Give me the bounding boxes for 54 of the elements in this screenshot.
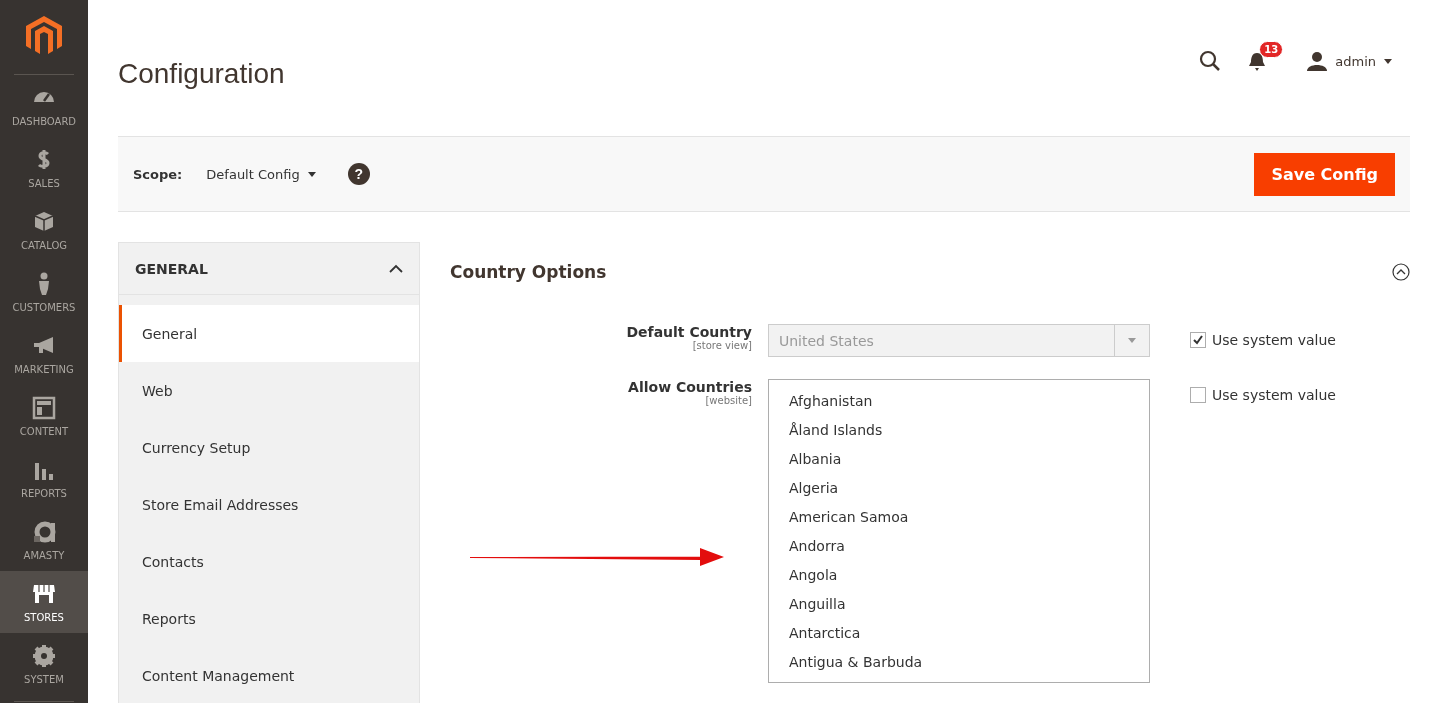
field-label: Default Country — [625, 324, 752, 340]
caret-icon — [307, 171, 316, 177]
sidebar-item[interactable]: CATALOG — [0, 199, 88, 261]
country-option[interactable]: American Samoa — [769, 502, 1149, 531]
config-nav-item[interactable]: Content Management — [119, 647, 419, 703]
check-icon — [1192, 334, 1204, 346]
layout-icon — [31, 395, 57, 421]
config-nav-item[interactable]: Contacts — [119, 533, 419, 590]
scope-label: Scope: — [133, 166, 183, 182]
config-nav-item[interactable]: Reports — [119, 590, 419, 647]
sidebar-item[interactable]: REPORTS — [0, 447, 88, 509]
section-title: Country Options — [450, 262, 607, 282]
page-title: Configuration — [118, 58, 286, 91]
field-label: Allow Countries — [627, 379, 752, 395]
config-nav-item[interactable]: Web — [119, 362, 419, 419]
scope-dropdown[interactable]: Default Config — [196, 166, 326, 182]
help-button[interactable]: ? — [347, 163, 370, 186]
country-multiselect[interactable]: Afghanistan Åland Islands Albania Algeria American Samoa Andorra Angola Anguilla Antarctica Antigua & Barbuda — [768, 379, 1150, 683]
scope-note: [website] — [704, 395, 752, 406]
caret-icon — [1384, 58, 1392, 64]
user-menu[interactable]: admin — [1301, 50, 1398, 73]
country-option[interactable]: Angola — [769, 560, 1149, 589]
country-option[interactable]: Afghanistan — [769, 386, 1149, 415]
search-icon[interactable] — [1199, 50, 1222, 73]
sidebar-item[interactable]: MARKETING — [0, 323, 88, 385]
notification-count: 13 — [1259, 41, 1284, 59]
collapse-icon[interactable] — [1392, 263, 1410, 281]
bell-icon[interactable] — [1249, 52, 1266, 73]
use-system-checkbox[interactable]: Use system value — [1190, 387, 1336, 403]
amasty-icon — [31, 519, 57, 545]
chevron-icon — [389, 264, 403, 273]
logo-icon[interactable] — [26, 16, 62, 56]
save-config-button[interactable]: Save Config — [1254, 152, 1395, 196]
sidebar-item[interactable]: SALES — [0, 137, 88, 199]
country-option[interactable]: Albania — [769, 444, 1149, 473]
config-nav-item[interactable]: Store Email Addresses — [119, 476, 419, 533]
sidebar-item[interactable]: DASHBOARD — [0, 75, 88, 137]
user-icon — [1307, 51, 1328, 72]
sidebar-item[interactable]: CONTENT — [0, 385, 88, 447]
country-option[interactable]: Åland Islands — [769, 415, 1149, 444]
sidebar-item[interactable]: SYSTEM — [0, 633, 88, 695]
config-nav-item[interactable]: General — [119, 305, 419, 362]
country-option[interactable]: Andorra — [769, 531, 1149, 560]
sidebar-item[interactable]: AMASTY — [0, 509, 88, 571]
sidebar-item[interactable]: STORES — [0, 571, 88, 633]
gear-icon — [31, 643, 57, 669]
config-nav-item[interactable]: Currency Setup — [119, 419, 419, 476]
country-option[interactable]: Antarctica — [769, 618, 1149, 647]
country-option[interactable]: Anguilla — [769, 589, 1149, 618]
country-option[interactable]: Antigua & Barbuda — [769, 647, 1149, 676]
scope-note: [store view] — [691, 340, 752, 351]
country-option[interactable]: Algeria — [769, 473, 1149, 502]
caret-icon — [1128, 338, 1136, 343]
sidebar-item[interactable]: CUSTOMERS — [0, 261, 88, 323]
